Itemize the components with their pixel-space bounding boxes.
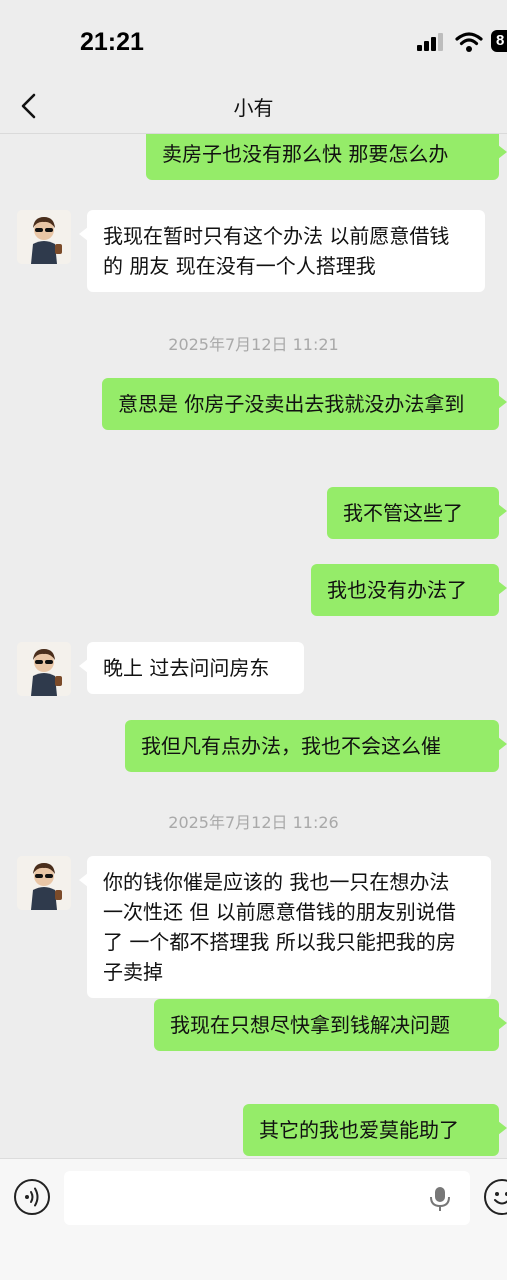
message-bubble-sent[interactable]: 其它的我也爱莫能助了 — [243, 1104, 507, 1156]
message-text: 你的钱你催是应该的 我也一只在想办法 一次性还 但 以前愿意借钱的朋友别说借了 … — [103, 870, 456, 984]
message-bubble-received[interactable]: 我现在暂时只有这个办法 以前愿意借钱的 朋友 现在没有一个人搭理我 — [79, 210, 485, 292]
cellular-signal-icon — [417, 33, 443, 51]
message-text: 我但凡有点办法，我也不会这么催 — [141, 734, 441, 758]
message-text: 其它的我也爱莫能助了 — [259, 1118, 459, 1142]
chat-header: 小有 — [0, 78, 507, 134]
avatar[interactable] — [17, 856, 71, 910]
message-text: 我不管这些了 — [343, 501, 463, 525]
message-bubble-sent[interactable]: 意思是 你房子没卖出去我就没办法拿到 — [102, 378, 507, 430]
message-text: 晚上 过去问问房东 — [103, 656, 270, 680]
message-text: 我现在只想尽快拿到钱解决问题 — [170, 1013, 450, 1037]
message-text: 我现在暂时只有这个办法 以前愿意借钱的 朋友 现在没有一个人搭理我 — [103, 224, 450, 278]
message-bubble-sent[interactable]: 我现在只想尽快拿到钱解决问题 — [154, 999, 507, 1051]
message-text: 意思是 你房子没卖出去我就没办法拿到 — [118, 392, 465, 416]
message-timestamp: 2025年7月12日 11:21 — [168, 335, 339, 354]
message-text: 我也没有办法了 — [327, 578, 467, 602]
message-bubble-sent[interactable]: 我也没有办法了 — [311, 564, 507, 616]
avatar[interactable] — [17, 210, 71, 264]
emoji-button[interactable] — [484, 1179, 507, 1215]
wifi-icon — [455, 32, 483, 52]
avatar-image — [17, 210, 71, 264]
message-bubble-received[interactable]: 你的钱你催是应该的 我也一只在想办法 一次性还 但 以前愿意借钱的朋友别说借了 … — [79, 856, 491, 998]
message-bubble-sent[interactable]: 我但凡有点办法，我也不会这么催 — [125, 720, 507, 772]
message-bubble-sent[interactable]: 卖房子也没有那么快 那要怎么办 — [146, 134, 507, 180]
smiley-icon — [494, 1192, 507, 1205]
avatar-image — [17, 856, 71, 910]
avatar[interactable] — [17, 642, 71, 696]
voice-mode-button[interactable] — [14, 1179, 50, 1215]
message-bubble-received[interactable]: 晚上 过去问问房东 — [79, 642, 304, 694]
avatar-image — [17, 642, 71, 696]
input-bar — [0, 1158, 507, 1280]
status-time: 21:21 — [80, 28, 144, 56]
chat-title: 小有 — [233, 96, 274, 120]
message-bubble-sent[interactable]: 我不管这些了 — [327, 487, 507, 539]
microphone-icon[interactable] — [428, 1185, 452, 1213]
message-timestamp: 2025年7月12日 11:26 — [168, 813, 339, 832]
message-list[interactable]: 卖房子也没有那么快 那要怎么办 我现在暂时只有这个办法 以前愿意借钱的 朋友 现… — [0, 134, 507, 1158]
message-input[interactable] — [64, 1171, 470, 1225]
battery-level: 8 — [496, 32, 505, 49]
voice-wave-icon — [25, 1187, 39, 1207]
message-text: 卖房子也没有那么快 那要怎么办 — [162, 142, 449, 166]
battery-indicator: 8 — [491, 30, 507, 52]
status-bar: 21:21 8 — [0, 0, 507, 78]
